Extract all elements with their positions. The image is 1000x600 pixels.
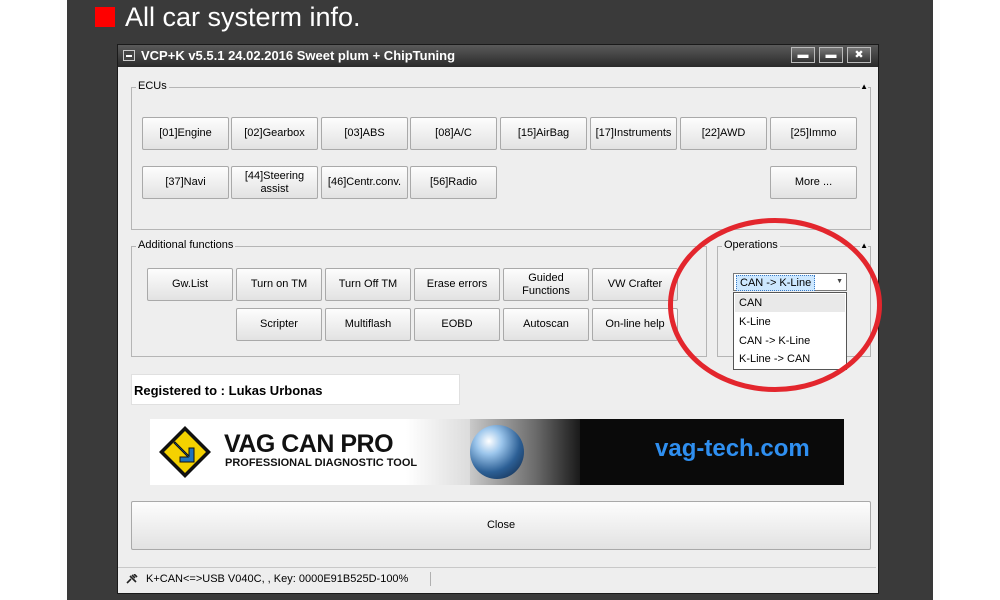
ecu-button-navi[interactable]: [37]Navi (142, 166, 229, 199)
window-title: VCP+K v5.5.1 24.02.2016 Sweet plum + Chi… (141, 48, 456, 63)
status-text: K+CAN<=>USB V040C, , Key: 0000E91B525D-1… (146, 573, 409, 585)
connection-mode-select[interactable]: CAN -> K-Line ▼ (733, 273, 847, 291)
erase-errors-button[interactable]: Erase errors (414, 268, 500, 301)
turn-on-tm-button[interactable]: Turn on TM (236, 268, 322, 301)
status-separator (430, 572, 431, 586)
close-window-button[interactable]: ✖ (847, 47, 871, 63)
turn-off-tm-button[interactable]: Turn Off TM (325, 268, 411, 301)
dropdown-option-can-to-kline[interactable]: CAN -> K-Line (735, 332, 845, 350)
gw-list-button[interactable]: Gw.List (147, 268, 233, 301)
connection-mode-value: CAN -> K-Line (736, 275, 816, 291)
autoscan-button[interactable]: Autoscan (503, 308, 589, 341)
minimize-button[interactable]: ▬ (791, 47, 815, 63)
vag-can-pro-banner: VAG CAN PRO PROFESSIONAL DIAGNOSTIC TOOL… (150, 419, 844, 485)
ecus-label: ECUs (136, 80, 169, 92)
plug-icon (126, 574, 138, 584)
banner-site: vag-tech.com (655, 435, 810, 462)
eobd-button[interactable]: EOBD (414, 308, 500, 341)
maximize-button[interactable]: ▬ (819, 47, 843, 63)
ecu-button-airbag[interactable]: [15]AirBag (500, 117, 587, 150)
title-bar[interactable]: VCP+K v5.5.1 24.02.2016 Sweet plum + Chi… (118, 45, 878, 67)
collapse-up-icon[interactable]: ▲ (860, 82, 868, 92)
banner-tagline: PROFESSIONAL DIAGNOSTIC TOOL (225, 457, 418, 469)
connection-mode-dropdown: CAN K-Line CAN -> K-Line K-Line -> CAN (733, 292, 847, 370)
window-menu-icon[interactable] (123, 50, 135, 61)
ecu-button-ac[interactable]: [08]A/C (410, 117, 497, 150)
multiflash-button[interactable]: Multiflash (325, 308, 411, 341)
banner-brand: VAG CAN PRO (224, 430, 394, 458)
ecu-button-immo[interactable]: [25]Immo (770, 117, 857, 150)
dropdown-option-kline[interactable]: K-Line (735, 313, 845, 331)
more-ecus-button[interactable]: More ... (770, 166, 857, 199)
chevron-down-icon[interactable]: ▼ (836, 278, 843, 285)
status-bar: K+CAN<=>USB V040C, , Key: 0000E91B525D-1… (118, 567, 876, 591)
collapse-up-icon[interactable]: ▲ (860, 241, 868, 251)
ecu-button-engine[interactable]: [01]Engine (142, 117, 229, 150)
online-help-button[interactable]: On-line help (592, 308, 678, 341)
vw-crafter-button[interactable]: VW Crafter (592, 268, 678, 301)
vag-logo-icon (159, 426, 211, 478)
ecu-button-steering[interactable]: [44]Steering assist (231, 166, 318, 199)
globe-icon (470, 425, 524, 479)
dropdown-option-kline-to-can[interactable]: K-Line -> CAN (735, 350, 845, 368)
registered-to-label: Registered to : Lukas Urbonas (131, 374, 460, 405)
ecu-button-abs[interactable]: [03]ABS (321, 117, 408, 150)
ecu-button-central-conv[interactable]: [46]Centr.conv. (321, 166, 408, 199)
additional-functions-label: Additional functions (136, 239, 236, 251)
close-button[interactable]: Close (131, 501, 871, 550)
slide-title: All car systerm info. (125, 2, 361, 32)
ecu-button-gearbox[interactable]: [02]Gearbox (231, 117, 318, 150)
ecu-button-awd[interactable]: [22]AWD (680, 117, 767, 150)
guided-functions-button[interactable]: Guided Functions (503, 268, 589, 301)
ecus-group: ECUs ▲ (131, 80, 871, 230)
operations-label: Operations (722, 239, 780, 251)
scripter-button[interactable]: Scripter (236, 308, 322, 341)
bullet-square (95, 7, 115, 27)
ecu-button-radio[interactable]: [56]Radio (410, 166, 497, 199)
dropdown-option-can[interactable]: CAN (735, 294, 845, 312)
ecu-button-instruments[interactable]: [17]Instruments (590, 117, 677, 150)
